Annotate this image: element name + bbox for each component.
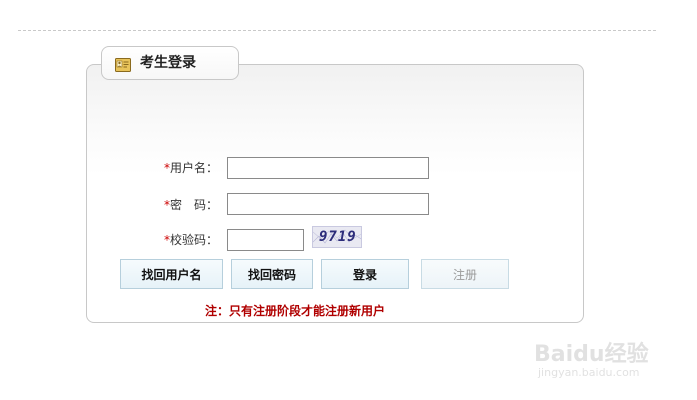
login-button[interactable]: 登录	[321, 259, 409, 289]
password-label-text: 密 码：	[170, 198, 219, 212]
captcha-label-text: 校验码：	[170, 233, 219, 247]
login-page: 考生登录 *用户名： *密 码： *校验码： 9719 找回用户名 找回密码 登…	[0, 0, 697, 400]
username-label-text: 用户名：	[170, 161, 219, 175]
top-divider	[18, 30, 656, 31]
watermark: Baidu经验 jingyan.baidu.com	[534, 330, 684, 386]
captcha-label: *校验码：	[164, 232, 218, 248]
find-username-button[interactable]: 找回用户名	[120, 259, 223, 289]
id-card-icon	[115, 57, 131, 72]
captcha-text: 9719	[319, 229, 357, 245]
watermark-logo: Baidu经验	[534, 342, 649, 367]
login-panel-title-tab: 考生登录	[101, 46, 239, 80]
watermark-site: jingyan.baidu.com	[538, 366, 640, 379]
register-button[interactable]: 注册	[421, 259, 509, 289]
login-panel-title: 考生登录	[140, 55, 196, 71]
captcha-input[interactable]	[227, 229, 304, 251]
register-notice: 注：只有注册阶段才能注册新用户	[205, 304, 386, 318]
username-input[interactable]	[227, 157, 429, 179]
password-label: *密 码：	[164, 197, 218, 213]
password-input[interactable]	[227, 193, 429, 215]
captcha-image[interactable]: 9719	[312, 226, 362, 248]
username-label: *用户名：	[164, 160, 218, 176]
find-password-button[interactable]: 找回密码	[231, 259, 313, 289]
